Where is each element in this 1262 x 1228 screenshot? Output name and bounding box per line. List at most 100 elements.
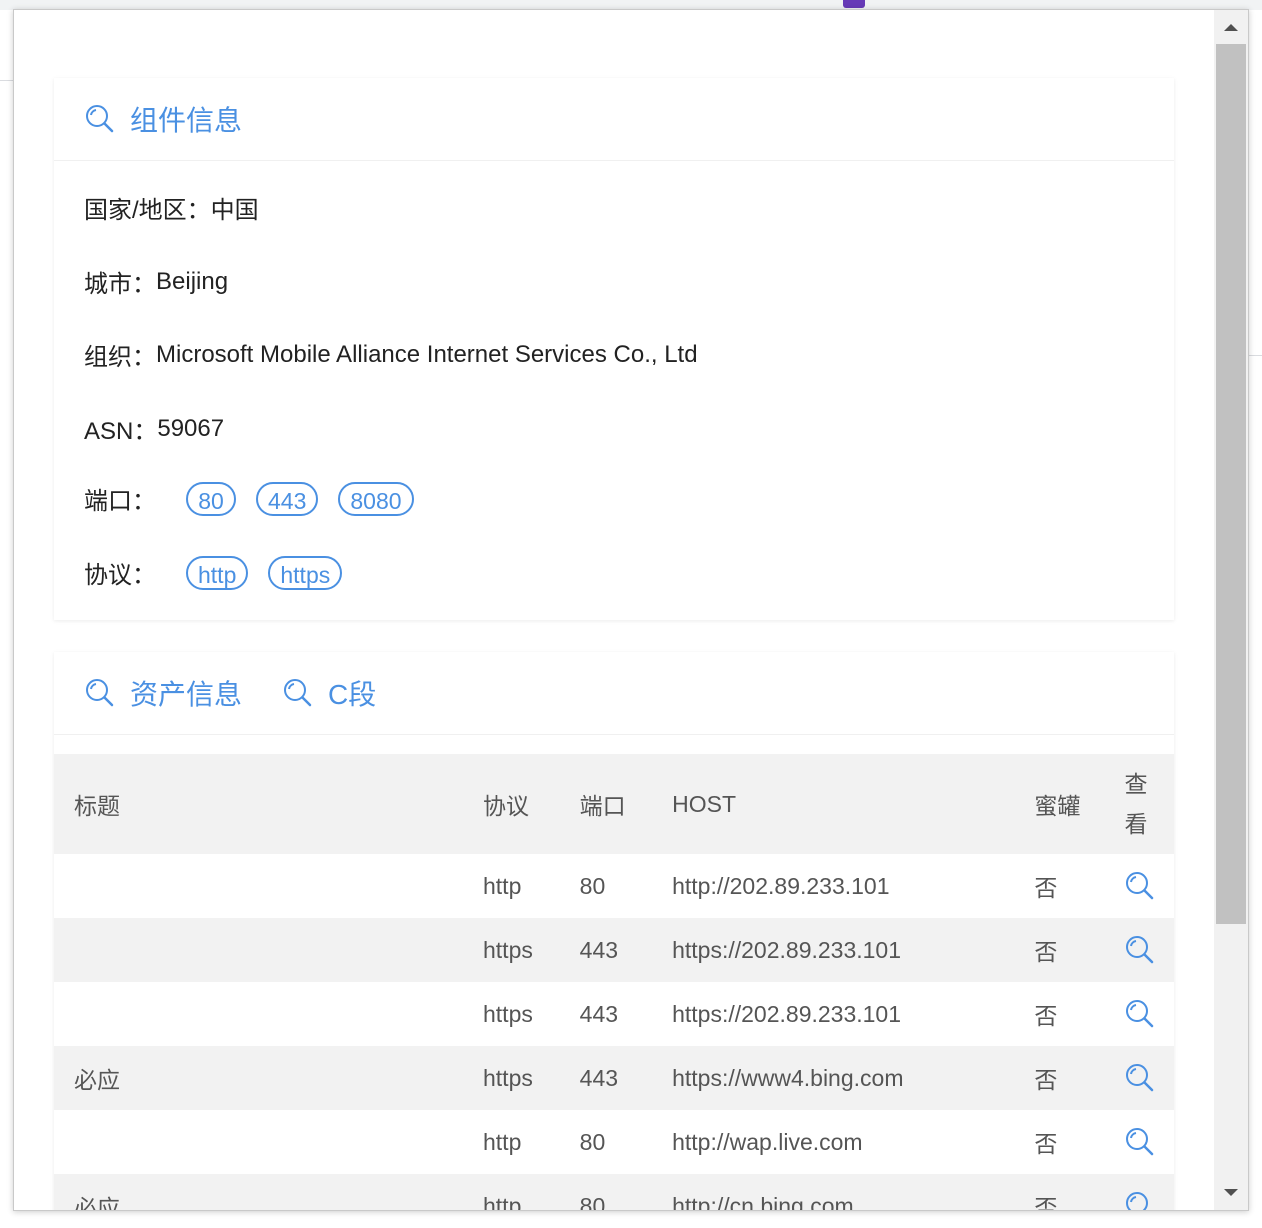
city-label: 城市：	[84, 271, 156, 298]
cell-view	[1124, 1046, 1174, 1110]
col-honeypot: 蜜罐	[1034, 754, 1125, 854]
asn-row: ASN： 59067	[84, 411, 224, 446]
asset-info-tabs: 资产信息 C段	[54, 652, 1174, 735]
country-row: 国家/地区： 中国	[84, 190, 259, 225]
cell-title	[54, 982, 483, 1046]
col-port: 端口	[579, 754, 673, 854]
protocols-row: 协议： http https	[84, 555, 362, 590]
city-row: 城市： Beijing	[84, 264, 228, 299]
search-icon[interactable]	[1124, 934, 1156, 966]
cell-view	[1124, 982, 1174, 1046]
col-protocol: 协议	[483, 754, 580, 854]
background-divider	[0, 80, 14, 81]
ports-label: 端口：	[84, 488, 156, 515]
table-row: 必应 https 443 https://www4.bing.com 否	[54, 1046, 1174, 1110]
cell-protocol: http	[483, 1174, 580, 1210]
asset-table: 标题 协议 端口 HOST 蜜罐 查看 http 80 http://202.8…	[54, 754, 1174, 1210]
cell-port: 443	[579, 918, 673, 982]
protocols-label: 协议：	[84, 562, 156, 589]
cell-host: https://202.89.233.101	[672, 1000, 902, 1027]
cell-view	[1124, 1110, 1174, 1174]
org-value: Microsoft Mobile Alliance Internet Servi…	[156, 340, 698, 368]
cell-port: 80	[579, 1174, 673, 1210]
protocol-tag[interactable]: https	[268, 555, 343, 590]
tab-c-segment-label: C段	[328, 679, 377, 710]
port-tag[interactable]: 443	[256, 481, 319, 516]
cell-title	[54, 1110, 483, 1174]
cell-title	[54, 918, 483, 982]
tab-c-segment[interactable]: C段	[282, 673, 376, 713]
org-label: 组织：	[84, 344, 156, 371]
cell-host: http://wap.live.com	[672, 1128, 863, 1155]
scroll-up-arrow[interactable]	[1214, 10, 1248, 44]
cell-port: 443	[579, 1000, 619, 1027]
search-icon[interactable]	[1124, 1062, 1156, 1094]
cell-view	[1124, 918, 1174, 982]
component-info-card: 组件信息 国家/地区： 中国 城市： Beijing 组织： Microsoft…	[54, 78, 1174, 620]
port-tag[interactable]: 80	[186, 481, 236, 516]
asn-label: ASN：	[84, 418, 158, 445]
cell-honeypot: 否	[1034, 875, 1058, 901]
ports-row: 端口： 80 443 8080	[84, 481, 434, 516]
cell-port: 80	[579, 872, 606, 899]
cell-view	[1124, 1174, 1174, 1210]
cell-honeypot: 否	[1034, 1046, 1125, 1110]
extension-popup: 组件信息 国家/地区： 中国 城市： Beijing 组织： Microsoft…	[13, 9, 1249, 1211]
table-header-row: 标题 协议 端口 HOST 蜜罐 查看	[54, 754, 1174, 854]
country-value: 中国	[210, 197, 259, 224]
scroll-down-arrow[interactable]	[1214, 1176, 1248, 1210]
cell-protocol: http	[483, 1128, 522, 1155]
cell-honeypot: 否	[1034, 1003, 1058, 1029]
search-icon	[86, 679, 114, 707]
cell-host: https://202.89.233.101	[672, 918, 1035, 982]
component-info-title: 组件信息	[84, 99, 242, 139]
cell-honeypot: 否	[1034, 918, 1125, 982]
tab-assets-label: 资产信息	[130, 679, 243, 710]
cell-title	[54, 854, 483, 918]
search-icon[interactable]	[1124, 1190, 1156, 1210]
table-row: http 80 http://202.89.233.101 否	[54, 854, 1174, 918]
table-row: 必应 http 80 http://cn.bing.com 否	[54, 1174, 1174, 1210]
cell-host: https://www4.bing.com	[672, 1046, 1035, 1110]
city-value: Beijing	[156, 267, 229, 295]
col-view-label: 查看	[1124, 771, 1148, 837]
search-icon[interactable]	[1124, 870, 1156, 902]
col-title: 标题	[54, 754, 483, 854]
org-row: 组织： Microsoft Mobile Alliance Internet S…	[84, 337, 698, 372]
port-tags: 80 443 8080	[186, 481, 434, 516]
col-host: HOST	[672, 754, 1035, 854]
search-icon[interactable]	[1124, 1126, 1156, 1158]
component-info-header: 组件信息	[54, 78, 1174, 161]
cell-port: 443	[579, 1046, 673, 1110]
asn-value: 59067	[157, 414, 225, 442]
popup-content: 组件信息 国家/地区： 中国 城市： Beijing 组织： Microsoft…	[14, 10, 1215, 1210]
component-info-title-text: 组件信息	[130, 105, 243, 136]
cell-host: http://202.89.233.101	[672, 872, 890, 899]
cell-view	[1124, 854, 1174, 918]
cell-host: http://cn.bing.com	[672, 1174, 1035, 1210]
background-divider	[1248, 355, 1262, 356]
port-tag[interactable]: 8080	[338, 481, 414, 516]
cell-title: 必应	[54, 1046, 483, 1110]
search-icon	[284, 679, 312, 707]
table-row: https 443 https://202.89.233.101 否	[54, 918, 1174, 982]
asset-info-card: 资产信息 C段 标题 协议 端口 HOST 蜜罐 查看 http 80 http…	[54, 652, 1174, 1210]
table-row: https 443 https://202.89.233.101 否	[54, 982, 1174, 1046]
search-icon[interactable]	[1124, 998, 1156, 1030]
protocol-tags: http https	[186, 555, 362, 590]
cell-honeypot: 否	[1034, 1131, 1058, 1157]
search-icon	[86, 105, 114, 133]
country-label: 国家/地区：	[84, 197, 211, 224]
cell-title: 必应	[54, 1174, 483, 1210]
cell-protocol: https	[483, 1046, 580, 1110]
vertical-scrollbar[interactable]	[1214, 10, 1248, 1210]
col-view: 查看	[1124, 754, 1174, 854]
cell-protocol: https	[483, 1000, 533, 1027]
tab-assets[interactable]: 资产信息	[84, 673, 242, 713]
protocol-tag[interactable]: http	[186, 555, 249, 590]
cell-protocol: https	[483, 918, 580, 982]
cell-port: 80	[579, 1128, 606, 1155]
scroll-thumb[interactable]	[1216, 44, 1246, 924]
table-row: http 80 http://wap.live.com 否	[54, 1110, 1174, 1174]
cell-protocol: http	[483, 872, 522, 899]
